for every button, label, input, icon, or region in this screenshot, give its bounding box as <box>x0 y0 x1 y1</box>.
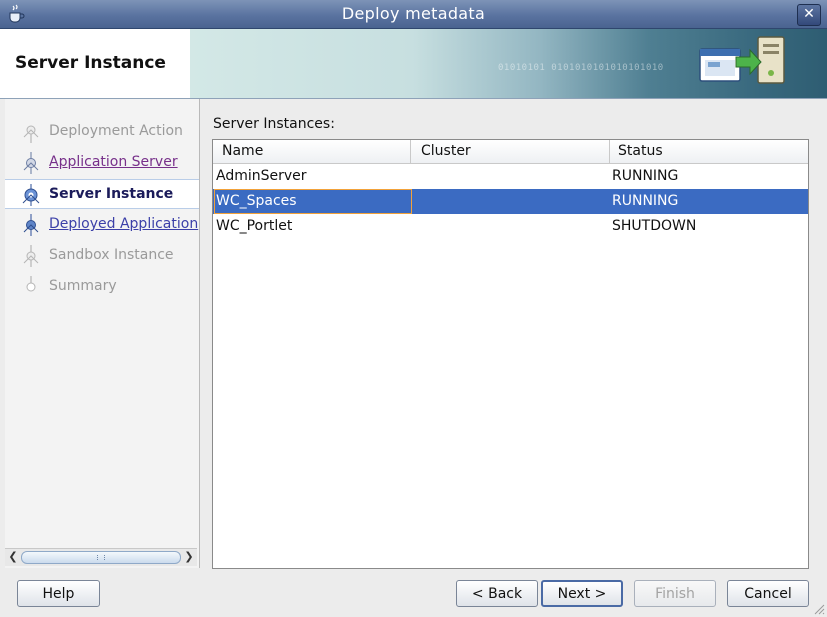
resize-grip-icon[interactable] <box>813 603 825 615</box>
back-button[interactable]: < Back <box>456 580 538 607</box>
grip-icon <box>97 555 105 560</box>
nav-step-application-server[interactable]: Application Server <box>5 148 199 176</box>
table-header: Name Cluster Status <box>213 140 808 164</box>
step-node-icon <box>23 152 39 174</box>
nav-step-label: Deployment Action <box>49 123 183 139</box>
next-button[interactable]: Next > <box>541 580 623 607</box>
finish-button: Finish <box>634 580 716 607</box>
close-button[interactable]: ✕ <box>797 4 821 26</box>
table-row[interactable]: AdminServer RUNNING <box>213 164 808 189</box>
nav-step-deployment-action: Deployment Action <box>5 117 199 145</box>
server-instances-table: Name Cluster Status AdminServer RUNNING … <box>212 139 809 569</box>
column-divider[interactable] <box>410 140 411 163</box>
cell-status: RUNNING <box>612 168 679 184</box>
nav-step-label: Summary <box>49 278 117 294</box>
cell-status: RUNNING <box>612 193 679 209</box>
nav-horizontal-scrollbar[interactable]: ❮ ❯ <box>5 548 197 566</box>
page-title: Server Instance <box>15 53 166 73</box>
nav-step-deployed-application[interactable]: Deployed Application <box>5 210 199 238</box>
table-row-selected[interactable]: WC_Spaces RUNNING <box>213 189 808 214</box>
step-node-icon <box>23 125 39 143</box>
nav-step-label: Sandbox Instance <box>49 247 174 263</box>
scroll-right-icon[interactable]: ❯ <box>182 550 196 564</box>
step-node-icon <box>26 276 36 292</box>
nav-step-summary: Summary <box>5 272 199 300</box>
nav-step-server-instance[interactable]: Server Instance <box>5 179 199 209</box>
wizard-steps-nav: Deployment Action Application Server Ser… <box>5 99 200 568</box>
cell-name: WC_Spaces <box>216 193 297 209</box>
step-node-icon <box>23 245 39 267</box>
window-title: Deploy metadata <box>341 4 486 23</box>
current-step-icon <box>22 184 40 206</box>
cell-status: SHUTDOWN <box>612 218 697 234</box>
nav-step-label[interactable]: Application Server <box>49 154 178 170</box>
step-node-icon <box>23 214 39 236</box>
cell-name: WC_Portlet <box>216 218 293 234</box>
deploy-server-icon <box>699 36 785 84</box>
nav-step-label[interactable]: Deployed Application <box>49 216 198 232</box>
title-bar: Deploy metadata ✕ <box>0 0 827 29</box>
table-row[interactable]: WC_Portlet SHUTDOWN <box>213 214 808 239</box>
cell-name: AdminServer <box>216 168 307 184</box>
column-header-name[interactable]: Name <box>222 143 263 159</box>
scroll-left-icon[interactable]: ❮ <box>6 550 20 564</box>
scrollbar-thumb[interactable] <box>21 551 181 564</box>
column-header-cluster[interactable]: Cluster <box>421 143 471 159</box>
nav-step-sandbox-instance: Sandbox Instance <box>5 241 199 269</box>
wizard-header: Server Instance 01010101 010101010101010… <box>0 29 827 99</box>
column-header-status[interactable]: Status <box>618 143 663 159</box>
help-button[interactable]: Help <box>17 580 100 607</box>
column-divider[interactable] <box>609 140 610 163</box>
cancel-button[interactable]: Cancel <box>727 580 809 607</box>
nav-step-label: Server Instance <box>49 186 174 202</box>
server-instances-label: Server Instances: <box>213 116 335 132</box>
banner-binary-text: 01010101 0101010101010101010 <box>498 63 664 73</box>
